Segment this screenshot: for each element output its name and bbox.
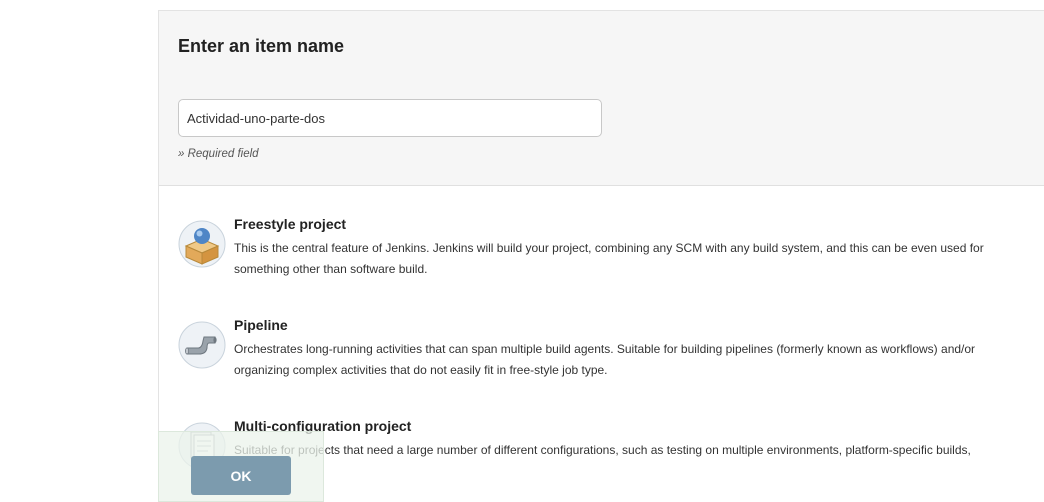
item-type-name: Pipeline	[234, 317, 288, 333]
ok-button-container: OK	[158, 431, 324, 502]
required-field-note: » Required field	[178, 148, 259, 160]
item-type-name: Freestyle project	[234, 216, 347, 232]
item-type-description: Orchestrates long-running activities tha…	[234, 342, 976, 377]
item-type-description: Suitable for projects that need a large …	[234, 443, 971, 457]
item-name-section: Enter an item name » Required field	[159, 11, 1044, 186]
item-type-pipeline[interactable]: Pipeline Orchestrates long-running activ…	[159, 317, 1044, 397]
item-type-freestyle[interactable]: Freestyle project This is the central fe…	[159, 216, 1044, 296]
item-name-input[interactable]	[178, 99, 602, 137]
new-item-panel: Enter an item name » Required field Free…	[158, 10, 1044, 502]
page-title: Enter an item name	[178, 36, 345, 56]
pipeline-icon	[178, 321, 226, 369]
item-type-description: This is the central feature of Jenkins. …	[234, 241, 984, 276]
ok-button[interactable]: OK	[191, 456, 291, 495]
freestyle-project-icon	[178, 220, 226, 268]
